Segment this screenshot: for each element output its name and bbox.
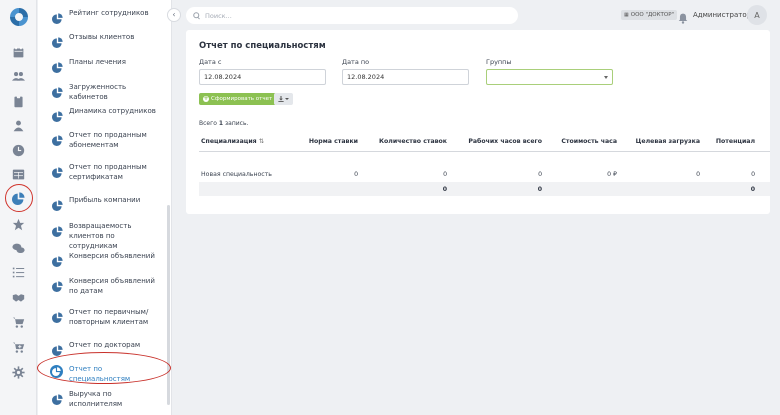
cell-rate-norm: 0: [354, 171, 358, 178]
calendar-icon[interactable]: [9, 43, 27, 61]
gear-icon[interactable]: [9, 363, 27, 381]
records-count: Всего 1 запись.: [199, 120, 248, 127]
sort-icon[interactable]: ⇅: [259, 138, 264, 145]
pie-chart-icon: [52, 341, 63, 356]
submenu-item-label: Планы лечения: [69, 58, 126, 66]
pie-chart-icon: [52, 222, 63, 237]
download-icon: [278, 96, 284, 102]
submenu-item-label: Отчет по проданным абонементам: [69, 131, 147, 149]
submenu-item-label: Отчет по докторам: [69, 341, 141, 349]
pie-chart-icon: [52, 308, 63, 323]
user-name[interactable]: Администратор: [693, 10, 751, 20]
records-count-prefix: Всего: [199, 120, 217, 127]
app-logo-icon[interactable]: [8, 6, 30, 28]
col-header-rate-norm[interactable]: Норма ставки: [296, 138, 358, 145]
col-header-target-load[interactable]: Целевая загрузка: [626, 138, 700, 145]
chat-icon[interactable]: [9, 239, 27, 257]
submenu-item-label: Конверсия объявлений: [69, 252, 155, 260]
cell-potential: 0: [751, 171, 755, 178]
table-icon[interactable]: [9, 165, 27, 183]
submenu-item-label: Прибыль компании: [69, 196, 141, 204]
footer-work-hours: 0: [537, 186, 542, 193]
col-header-specialization-label: Специализация: [201, 138, 257, 145]
records-count-value: 1: [218, 120, 224, 127]
pie-chart-icon: [52, 131, 63, 146]
page-title: Отчет по специальностям: [199, 41, 326, 51]
cell-target-load: 0: [696, 171, 700, 178]
dropdown-caret-icon: [285, 98, 289, 100]
pie-chart-icon: [52, 58, 63, 73]
search-input[interactable]: [205, 11, 505, 20]
cell-specialization: Новая специальность: [201, 171, 272, 178]
org-badge-label: ООО "ДОКТОР": [630, 12, 675, 18]
list-icon[interactable]: [9, 263, 27, 281]
date-from-input[interactable]: [199, 69, 326, 85]
cell-hour-cost: 0 ₽: [607, 171, 617, 178]
submenu-item-label: Динамика сотрудников: [69, 107, 156, 115]
generate-report-button[interactable]: + Сформировать отчет: [199, 93, 277, 105]
plus-circle-icon: +: [203, 95, 209, 102]
icon-rail: [0, 0, 37, 415]
pie-chart-icon: [52, 390, 63, 405]
submenu-item-label: Выручка по исполнителям: [69, 390, 123, 408]
collapse-sidebar-button[interactable]: ‹: [167, 8, 181, 22]
avatar[interactable]: А: [747, 5, 767, 25]
submenu-item-label: Возвращаемость клиентов по сотрудникам: [69, 222, 132, 250]
cell-work-hours: 0: [538, 171, 542, 178]
footer-rate-count: 0: [442, 186, 447, 193]
star-icon[interactable]: [9, 215, 27, 233]
submenu-item-label: Загруженность кабинетов: [69, 83, 127, 101]
pie-chart-icon: [52, 83, 63, 98]
report-card: Отчет по специальностям Дата с Дата по Г…: [186, 30, 770, 214]
pie-chart-icon: [52, 9, 63, 24]
cart-icon[interactable]: [9, 313, 27, 331]
submenu-item-label: Отчет по проданным сертификатам: [69, 163, 147, 181]
table-header-divider: [199, 151, 770, 152]
footer-potential: 0: [750, 186, 755, 193]
pie-chart-icon: [52, 196, 63, 211]
download-button[interactable]: [274, 93, 293, 105]
submenu-item-label: Отзывы клиентов: [69, 33, 135, 41]
person-icon[interactable]: [9, 116, 27, 134]
submenu-scrollbar[interactable]: [167, 205, 170, 405]
search-box[interactable]: [186, 7, 518, 24]
col-header-hour-cost[interactable]: Стоимость часа: [551, 138, 617, 145]
pie-chart-icon: [52, 163, 63, 178]
submenu-item-label: Конверсия объявлений по датам: [69, 277, 155, 295]
groups-select[interactable]: [486, 69, 613, 85]
col-header-work-hours[interactable]: Рабочих часов всего: [456, 138, 542, 145]
bell-icon[interactable]: [678, 9, 688, 24]
clock-icon[interactable]: [9, 141, 27, 159]
building-icon: ▦: [624, 12, 629, 18]
clipboard-icon[interactable]: [9, 92, 27, 110]
submenu-item-label: Отчет по первичным/ повторным клиентам: [69, 308, 149, 326]
generate-report-label: Сформировать отчет: [211, 96, 273, 102]
pie-chart-icon: [52, 277, 63, 292]
groups-label: Группы: [486, 58, 512, 66]
submenu-item-label: Рейтинг сотрудников: [69, 9, 149, 17]
col-header-potential[interactable]: Потенциал: [708, 138, 755, 145]
col-header-rate-count[interactable]: Количество ставок: [366, 138, 447, 145]
chevron-down-icon: [604, 76, 608, 79]
date-from-label: Дата с: [199, 58, 222, 66]
col-header-specialization[interactable]: Специализация ⇅: [201, 138, 264, 145]
records-count-suffix: запись.: [224, 120, 249, 127]
pie-chart-icon: [52, 33, 63, 48]
search-icon: [193, 11, 200, 19]
active-item-highlight-oval: [37, 352, 171, 384]
pie-chart-icon: [52, 252, 63, 267]
reports-highlight-circle: [5, 184, 33, 212]
cart-plus-icon[interactable]: [9, 338, 27, 356]
cell-rate-count: 0: [443, 171, 447, 178]
pie-chart-icon: [52, 107, 63, 122]
date-to-input[interactable]: [342, 69, 469, 85]
users-icon[interactable]: [9, 67, 27, 85]
date-to-label: Дата по: [342, 58, 370, 66]
org-badge[interactable]: ▦ ООО "ДОКТОР": [621, 10, 678, 20]
handshake-icon[interactable]: [9, 288, 27, 306]
